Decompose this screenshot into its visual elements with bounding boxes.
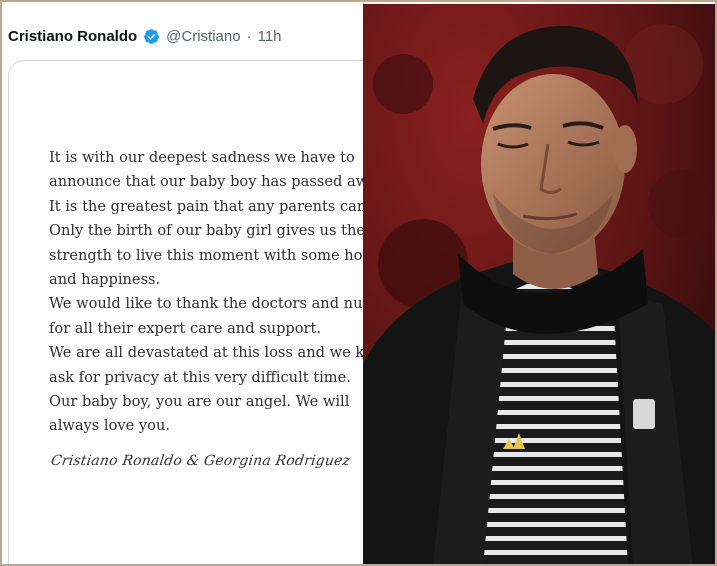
tweet-header: Cristiano Ronaldo @Cristiano · 11h (8, 24, 282, 48)
author-handle[interactable]: @Cristiano (166, 28, 240, 45)
tweet-time[interactable]: 11h (258, 28, 282, 45)
statement-line: Our baby boy, you are our angel. We will (49, 393, 350, 411)
statement-line: announce that our baby boy has passed aw… (49, 173, 382, 191)
tweet-panel: Cristiano Ronaldo @Cristiano · 11h It is… (2, 2, 382, 564)
verified-badge-icon (144, 28, 160, 44)
statement-line: Only the birth of our baby girl gives us… (49, 222, 365, 240)
player-illustration (363, 4, 715, 564)
statement-line: for all their expert care and support. (49, 319, 322, 337)
statement-text: It is with our deepest sadness we have t… (49, 146, 382, 439)
statement-line: It is the greatest pain that any parents… (49, 197, 382, 215)
handwritten-signature: Cristiano Ronaldo & Georgina Rodriguez (49, 453, 352, 469)
tweet-image-card[interactable]: It is with our deepest sadness we have t… (8, 60, 382, 564)
statement-line: It is with our deepest sadness we have t… (49, 149, 355, 166)
statement-line: We would like to thank the doctors and n… (49, 295, 382, 313)
player-photo (363, 4, 715, 564)
statement-line: and happiness. (49, 271, 161, 289)
screenshot-frame: Cristiano Ronaldo @Cristiano · 11h It is… (0, 0, 717, 566)
statement-line: We are all devastated at this loss and w… (49, 344, 382, 362)
club-crest-icon (633, 399, 655, 429)
separator-dot: · (246, 27, 252, 45)
statement-line: ask for privacy at this very difficult t… (49, 368, 351, 386)
statement-line: always love you. (49, 417, 170, 435)
statement-line: strength to live this moment with some h… (49, 246, 381, 264)
author-name[interactable]: Cristiano Ronaldo (8, 28, 137, 45)
